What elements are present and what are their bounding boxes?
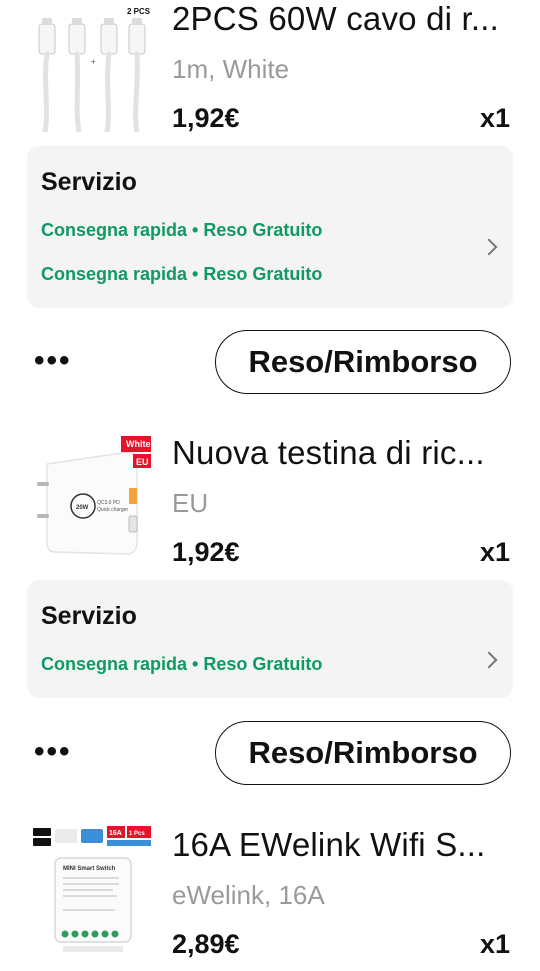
more-options-button[interactable]: ••• <box>34 344 72 378</box>
product-title[interactable]: 16A EWelink Wifi S... <box>172 826 517 864</box>
thumb-badge-text: 2 PCS <box>127 7 151 16</box>
charger-image: 20W QC3.0 PD Quick charger White EU <box>33 434 151 566</box>
service-line: Consegna rapida • Reso Gratuito <box>41 654 323 674</box>
product-variant: 1m, White <box>172 54 290 84</box>
thumb-badge-pcs: 1 Pcs <box>129 831 145 837</box>
svg-text:20W: 20W <box>76 505 89 511</box>
service-line: Consegna rapida • Reso Gratuito <box>41 220 323 240</box>
service-box[interactable]: Servizio Consegna rapida • Reso Gratuito… <box>27 146 513 308</box>
product-thumbnail[interactable]: 20W QC3.0 PD Quick charger White EU <box>33 434 151 566</box>
service-line: Consegna rapida • Reso Gratuito <box>41 264 323 284</box>
thumb-badge-eu: EU <box>136 457 149 467</box>
product-price: 1,92€ <box>172 103 240 133</box>
svg-text:+: + <box>91 57 96 66</box>
svg-text:Quick charger: Quick charger <box>97 507 128 513</box>
usb-cable-image: 2 PCS + <box>38 7 151 135</box>
product-quantity: x1 <box>479 537 510 567</box>
service-title: Servizio <box>41 168 137 196</box>
product-quantity: x1 <box>479 929 510 959</box>
product-title[interactable]: 2PCS 60W cavo di r... <box>172 0 517 38</box>
product-price: 2,89€ <box>172 929 240 959</box>
thumb-badge-white: White <box>126 439 151 449</box>
chevron-right-icon[interactable] <box>480 238 498 256</box>
product-thumbnail[interactable]: 16A 1 Pcs MINI Smart Switch <box>33 826 151 954</box>
smart-switch-image: 16A 1 Pcs MINI Smart Switch <box>33 826 151 954</box>
more-options-button[interactable]: ••• <box>34 735 72 769</box>
product-title[interactable]: Nuova testina di ric... <box>172 434 517 472</box>
product-thumbnail[interactable]: 2 PCS + <box>33 0 151 135</box>
service-box[interactable]: Servizio Consegna rapida • Reso Gratuito <box>27 580 513 698</box>
chevron-right-icon[interactable] <box>480 651 498 669</box>
product-quantity: x1 <box>479 103 510 133</box>
refund-button[interactable]: Reso/Rimborso <box>215 721 511 785</box>
thumb-badge-16a: 16A <box>109 830 122 837</box>
thumb-device-label: MINI Smart Switch <box>63 866 116 872</box>
refund-button[interactable]: Reso/Rimborso <box>215 330 511 394</box>
svg-text:QC3.0 PD: QC3.0 PD <box>97 500 120 506</box>
product-variant: EU <box>172 488 209 518</box>
product-price: 1,92€ <box>172 537 240 567</box>
service-title: Servizio <box>41 602 137 630</box>
product-variant: eWelink, 16A <box>172 880 325 910</box>
